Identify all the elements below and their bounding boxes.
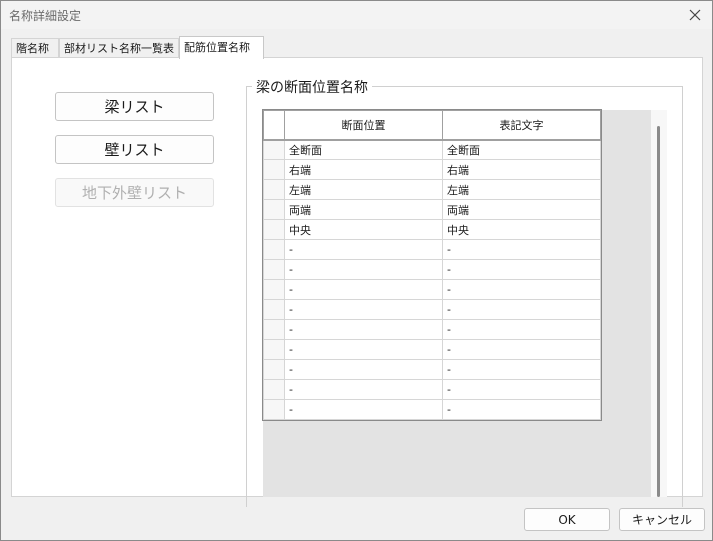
cell-notation[interactable]: - (442, 239, 601, 260)
table-row[interactable]: -- (263, 239, 601, 260)
cell-notation[interactable]: - (442, 379, 601, 400)
row-header[interactable] (263, 319, 285, 340)
row-header[interactable] (263, 279, 285, 300)
cell-notation[interactable]: - (442, 299, 601, 320)
cell-notation[interactable]: 全断面 (442, 139, 601, 160)
row-header[interactable] (263, 159, 285, 180)
table-row[interactable]: -- (263, 319, 601, 340)
cell-position-name[interactable]: - (284, 399, 443, 420)
ok-button[interactable]: OK (524, 508, 610, 531)
cell-position-name[interactable]: - (284, 379, 443, 400)
cell-position-name[interactable]: - (284, 239, 443, 260)
row-header[interactable] (263, 179, 285, 200)
cell-position-name[interactable]: - (284, 319, 443, 340)
row-header[interactable] (263, 299, 285, 320)
grid-header-row: 断面位置 表記文字 (263, 110, 601, 141)
table-row[interactable]: -- (263, 299, 601, 320)
tab-panel: 梁リスト 壁リスト 地下外壁リスト 梁の断面位置名称 断面位置 表記文字 全断面… (11, 57, 703, 507)
position-names-grid: 断面位置 表記文字 全断面 全断面 右端 右端 左端 左端 両端 両端 中央 中央 - - - - - - - -… (262, 109, 602, 421)
vertical-scrollbar[interactable] (651, 110, 667, 497)
beam-list-button[interactable]: 梁リスト (55, 92, 214, 121)
table-row[interactable]: -- (263, 399, 601, 420)
cell-position-name[interactable]: - (284, 299, 443, 320)
tab-floor-names[interactable]: 階名称 (11, 38, 59, 57)
close-icon (689, 9, 701, 21)
window-title: 名称詳細設定 (9, 9, 82, 23)
cell-position-name[interactable]: 左端 (284, 179, 443, 200)
column-header-notation: 表記文字 (442, 110, 601, 141)
cell-position-name[interactable]: - (284, 279, 443, 300)
cell-notation[interactable]: - (442, 399, 601, 420)
group-title: 梁の断面位置名称 (252, 77, 372, 97)
cell-position-name[interactable]: - (284, 339, 443, 360)
tab-rebar-position-names[interactable]: 配筋位置名称 (179, 36, 264, 59)
wall-list-button[interactable]: 壁リスト (55, 135, 214, 164)
row-header[interactable] (263, 239, 285, 260)
row-header[interactable] (263, 199, 285, 220)
column-header-position: 断面位置 (284, 110, 443, 141)
row-header[interactable] (263, 219, 285, 240)
cell-notation[interactable]: - (442, 319, 601, 340)
cell-notation[interactable]: - (442, 359, 601, 380)
row-header[interactable] (263, 399, 285, 420)
table-row[interactable]: -- (263, 279, 601, 300)
table-row[interactable]: 両端 両端 (263, 199, 601, 220)
cell-notation[interactable]: - (442, 339, 601, 360)
close-button[interactable] (684, 4, 706, 26)
grid-corner (263, 110, 285, 141)
cell-position-name[interactable]: 全断面 (284, 139, 443, 160)
cell-notation[interactable]: - (442, 279, 601, 300)
row-header[interactable] (263, 339, 285, 360)
table-row[interactable]: -- (263, 339, 601, 360)
cell-position-name[interactable]: 中央 (284, 219, 443, 240)
row-header[interactable] (263, 359, 285, 380)
cancel-button[interactable]: キャンセル (619, 508, 705, 531)
scrollbar-thumb[interactable] (657, 126, 660, 497)
table-row[interactable]: 中央 中央 (263, 219, 601, 240)
title-bar: 名称詳細設定 (1, 1, 712, 29)
table-row[interactable]: -- (263, 359, 601, 380)
cell-notation[interactable]: 左端 (442, 179, 601, 200)
cell-position-name[interactable]: - (284, 259, 443, 280)
table-row[interactable]: -- (263, 379, 601, 400)
underground-wall-list-button: 地下外壁リスト (55, 178, 214, 207)
cell-notation[interactable]: 中央 (442, 219, 601, 240)
table-row[interactable]: 右端 右端 (263, 159, 601, 180)
tab-member-list-names[interactable]: 部材リスト名称一覧表 (59, 38, 179, 57)
table-row[interactable]: -- (263, 259, 601, 280)
cell-notation[interactable]: 両端 (442, 199, 601, 220)
cell-position-name[interactable]: - (284, 359, 443, 380)
cell-notation[interactable]: - (442, 259, 601, 280)
row-header[interactable] (263, 379, 285, 400)
table-row[interactable]: 全断面 全断面 (263, 139, 601, 160)
dialog-window: 名称詳細設定 階名称 部材リスト名称一覧表 配筋位置名称 梁リスト 壁リスト 地… (0, 0, 713, 541)
cell-position-name[interactable]: 右端 (284, 159, 443, 180)
cell-position-name[interactable]: 両端 (284, 199, 443, 220)
row-header[interactable] (263, 259, 285, 280)
cell-notation[interactable]: 右端 (442, 159, 601, 180)
row-header[interactable] (263, 139, 285, 160)
table-row[interactable]: 左端 左端 (263, 179, 601, 200)
